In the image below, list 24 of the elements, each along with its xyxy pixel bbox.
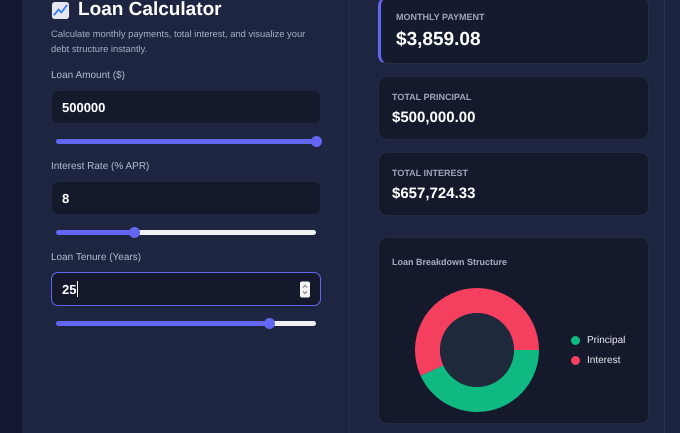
result-label: TOTAL INTEREST [392, 168, 470, 178]
result-value: $657,724.33 [392, 185, 476, 202]
input-field[interactable]: 25 [51, 272, 321, 306]
legend-dot [571, 336, 580, 344]
field-label: Loan Tenure (Years) [51, 252, 142, 264]
input-field[interactable]: 500000 [51, 90, 321, 124]
slider-thumb[interactable] [128, 227, 140, 238]
chart-icon [51, 0, 70, 20]
page-title: Loan Calculator [78, 0, 222, 21]
spinner-icon[interactable] [300, 280, 310, 298]
legend-label: Principal [587, 334, 626, 346]
field-label: Interest Rate (% APR) [51, 161, 150, 173]
description: Calculate monthly payments, total interest, and visualize your debt structure instantly. [51, 27, 306, 56]
input-field[interactable]: 8 [51, 181, 321, 215]
slider-thumb[interactable] [264, 318, 275, 329]
result-value: $3,859.08 [396, 29, 482, 51]
chart-title: Loan Breakdown Structure [392, 257, 508, 267]
result-label: MONTHLY PAYMENT [396, 12, 486, 22]
legend-dot [571, 356, 580, 364]
result-label: TOTAL PRINCIPAL [392, 92, 472, 102]
legend-label: Interest [587, 354, 620, 366]
field-label: Loan Amount ($) [51, 70, 126, 82]
result-value: $500,000.00 [392, 109, 476, 126]
slider-thumb[interactable] [310, 136, 322, 147]
